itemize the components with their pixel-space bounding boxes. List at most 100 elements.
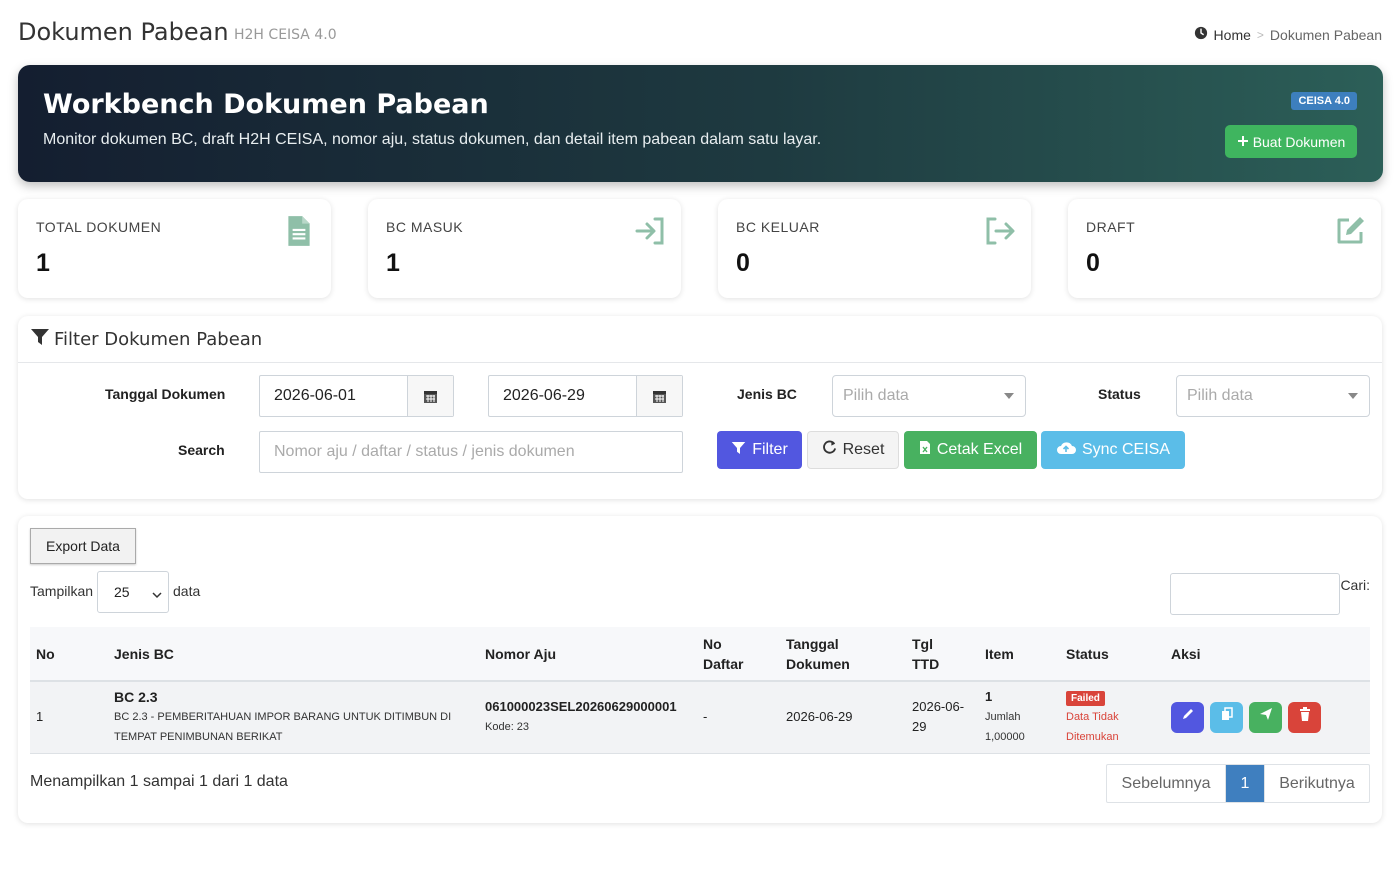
tgl-ttd-line1: 2026-06- xyxy=(912,699,965,715)
column-header-no[interactable]: No xyxy=(30,627,108,682)
stat-card-draft: DRAFT 0 xyxy=(1068,199,1381,298)
send-button[interactable] xyxy=(1249,701,1282,733)
pagination-page-1[interactable]: 1 xyxy=(1226,765,1265,802)
cloud-upload-icon xyxy=(1056,440,1076,460)
filter-icon xyxy=(30,328,50,351)
status-label: Status xyxy=(1098,386,1141,402)
stat-label: DRAFT xyxy=(1086,219,1136,235)
page-length-label: Tampilkan xyxy=(30,583,94,599)
cell-nomor-aju: 061000023SEL20260629000001 Kode: 23 xyxy=(479,681,697,754)
stat-label: BC MASUK xyxy=(386,219,464,235)
sync-ceisa-button[interactable]: Sync CEISA xyxy=(1041,431,1185,469)
hero-banner: Workbench Dokumen Pabean Monitor dokumen… xyxy=(18,65,1383,182)
column-header-no-daftar[interactable]: No Daftar xyxy=(697,627,780,682)
jenis-bc-label: Jenis BC xyxy=(737,386,797,402)
export-excel-button[interactable]: Cetak Excel xyxy=(904,431,1037,469)
table-info: Menampilkan 1 sampai 1 dari 1 data xyxy=(30,773,288,790)
filter-button[interactable]: Filter xyxy=(717,431,802,469)
column-header-no-daftar-line1: No xyxy=(703,635,722,652)
search-input[interactable]: Nomor aju / daftar / status / jenis doku… xyxy=(259,431,683,473)
calendar-icon[interactable] xyxy=(636,376,682,416)
create-document-button[interactable]: Buat Dokumen xyxy=(1225,125,1357,158)
date-from-input[interactable]: 2026-06-01 xyxy=(259,375,454,417)
breadcrumb-separator: > xyxy=(1256,27,1264,42)
breadcrumb-home-link[interactable]: Home xyxy=(1214,27,1251,43)
item-label: Jumlah xyxy=(985,711,1021,724)
filter-title-text: Filter Dokumen Pabean xyxy=(54,329,263,350)
caret-down-icon xyxy=(1004,393,1014,399)
filter-panel: Filter Dokumen Pabean Tanggal Dokumen 20… xyxy=(18,316,1382,499)
column-header-ttd-line1: Tgl xyxy=(912,635,933,652)
calendar-icon[interactable] xyxy=(407,376,453,416)
chevron-down-icon xyxy=(152,587,162,603)
date-from-value: 2026-06-01 xyxy=(274,387,356,404)
stat-card-bc-keluar: BC KELUAR 0 xyxy=(718,199,1031,298)
tgl-ttd-line2: 29 xyxy=(912,719,927,735)
date-to-value: 2026-06-29 xyxy=(503,387,585,404)
edit-icon xyxy=(1333,214,1365,248)
sync-ceisa-label: Sync CEISA xyxy=(1081,441,1171,458)
paper-plane-icon xyxy=(1259,707,1273,727)
page-length-suffix: data xyxy=(173,583,201,599)
jenis-bc-code: BC 2.3 xyxy=(114,689,158,706)
reset-button[interactable]: Reset xyxy=(807,431,899,469)
filter-icon xyxy=(731,441,746,460)
stat-card-bc-masuk: BC MASUK 1 xyxy=(368,199,681,298)
stat-card-total: TOTAL DOKUMEN 1 xyxy=(18,199,331,298)
plus-icon xyxy=(1237,134,1249,150)
edit-button[interactable] xyxy=(1171,701,1204,733)
cell-aksi xyxy=(1165,681,1370,754)
cell-status: Failed Data Tidak Ditemukan xyxy=(1060,681,1165,754)
copy-button[interactable] xyxy=(1210,701,1243,733)
status-select[interactable]: Pilih data xyxy=(1176,375,1370,417)
caret-down-icon xyxy=(1348,393,1358,399)
column-header-status[interactable]: Status xyxy=(1060,627,1165,682)
status-badge: Failed xyxy=(1066,691,1105,707)
hero-description: Monitor dokumen BC, draft H2H CEISA, nom… xyxy=(43,131,822,148)
date-label: Tanggal Dokumen xyxy=(105,386,226,402)
column-header-aksi: Aksi xyxy=(1165,627,1370,682)
export-data-button[interactable]: Export Data xyxy=(30,528,136,564)
pagination-previous[interactable]: Sebelumnya xyxy=(1107,765,1226,802)
page-subtitle: H2H CEISA 4.0 xyxy=(234,27,337,43)
status-placeholder: Pilih data xyxy=(1187,387,1253,404)
cell-tanggal-dokumen: 2026-06-29 xyxy=(780,681,906,754)
create-document-label: Buat Dokumen xyxy=(1252,133,1346,150)
page-title: Dokumen Pabean xyxy=(18,18,229,46)
stat-value: 1 xyxy=(36,249,50,277)
pencil-icon xyxy=(1181,707,1195,727)
stat-value: 0 xyxy=(1086,249,1100,277)
dashboard-icon xyxy=(1194,26,1208,43)
filter-button-label: Filter xyxy=(752,441,788,458)
trash-icon xyxy=(1299,707,1311,727)
delete-button[interactable] xyxy=(1288,701,1321,733)
column-header-tanggal-line1: Tanggal xyxy=(786,635,839,652)
column-header-tanggal-dokumen[interactable]: Tanggal Dokumen xyxy=(780,627,906,682)
copy-icon xyxy=(1220,707,1234,727)
search-placeholder: Nomor aju / daftar / status / jenis doku… xyxy=(274,443,575,460)
nomor-aju-value: 061000023SEL20260629000001 xyxy=(485,699,677,715)
column-header-item[interactable]: Item xyxy=(979,627,1060,682)
page-header: Dokumen Pabean H2H CEISA 4.0 Home > Doku… xyxy=(18,18,1384,54)
reset-button-label: Reset xyxy=(842,441,885,458)
pagination: Sebelumnya 1 Berikutnya xyxy=(1106,764,1370,803)
stat-label: TOTAL DOKUMEN xyxy=(36,219,162,235)
refresh-icon xyxy=(822,440,837,460)
jenis-bc-description: BC 2.3 - PEMBERITAHUAN IMPOR BARANG UNTU… xyxy=(114,711,452,744)
file-icon xyxy=(283,214,315,248)
jenis-bc-select[interactable]: Pilih data xyxy=(832,375,1026,417)
cell-jenis-bc: BC 2.3 BC 2.3 - PEMBERITAHUAN IMPOR BARA… xyxy=(108,681,479,754)
date-to-input[interactable]: 2026-06-29 xyxy=(488,375,683,417)
column-header-nomor-aju[interactable]: Nomor Aju xyxy=(479,627,697,682)
excel-file-icon xyxy=(919,440,931,460)
column-header-jenis-bc[interactable]: Jenis BC xyxy=(108,627,479,682)
column-header-tgl-ttd[interactable]: Tgl TTD xyxy=(906,627,979,682)
breadcrumb-current: Dokumen Pabean xyxy=(1269,26,1382,43)
documents-table: No Jenis BC Nomor Aju No Daftar Tanggal … xyxy=(30,627,1370,754)
cell-no: 1 xyxy=(30,681,108,754)
page-length-select[interactable]: 25 xyxy=(97,571,169,613)
pagination-next[interactable]: Berikutnya xyxy=(1265,765,1369,802)
table-search-input[interactable] xyxy=(1170,573,1340,615)
sign-out-icon xyxy=(983,214,1015,248)
status-text-line1: Data Tidak xyxy=(1066,711,1119,724)
